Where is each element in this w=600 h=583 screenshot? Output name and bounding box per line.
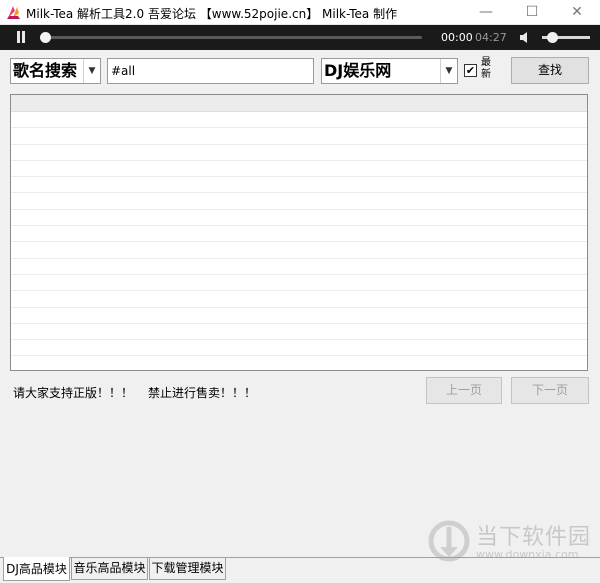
search-mode-select[interactable]: 歌名搜索 ▼ [10, 58, 101, 84]
watermark-name: 当下软件园 [476, 525, 592, 550]
empty-list-row [11, 324, 587, 341]
empty-list-row [11, 291, 587, 308]
empty-list-row [11, 145, 587, 161]
total-time: 04:27 [475, 31, 507, 44]
tab-dj-module[interactable]: DJ高品模块 [3, 557, 70, 581]
empty-list-row [11, 161, 587, 178]
close-button[interactable]: ✕ [554, 0, 600, 25]
empty-list-row [11, 193, 587, 210]
tab-download-module[interactable]: 下载管理模块 [149, 558, 226, 580]
app-logo-icon [7, 6, 20, 19]
media-player-bar: 00:00 04:27 [0, 25, 600, 50]
search-mode-value: 歌名搜索 [13, 61, 78, 80]
source-select[interactable]: DJ娱乐网 ▼ [321, 58, 458, 84]
maximize-button[interactable]: ☐ [509, 0, 555, 25]
empty-list-row [11, 210, 587, 227]
volume-icon[interactable] [519, 31, 533, 44]
progress-handle[interactable] [40, 32, 51, 43]
empty-list-row [11, 226, 587, 243]
latest-label: 最新 [481, 57, 491, 80]
chevron-down-icon[interactable]: ▼ [440, 59, 457, 83]
list-header [11, 95, 587, 112]
tab-music-module[interactable]: 音乐高品模块 [71, 558, 148, 580]
empty-list-row [11, 177, 587, 194]
minimize-button[interactable]: — [463, 0, 509, 25]
list-rows [11, 112, 587, 370]
pause-icon[interactable] [15, 31, 27, 44]
empty-list-row [11, 128, 587, 145]
empty-list-row [11, 242, 587, 259]
latest-checkbox[interactable]: ✔ [464, 64, 477, 77]
support-notice: 请大家支持正版！！！ [13, 386, 134, 400]
empty-list-row [11, 275, 587, 292]
next-page-button[interactable]: 下一页 [511, 377, 589, 404]
empty-list-row [11, 259, 587, 275]
empty-list-row [11, 308, 587, 324]
title-bar: Milk-Tea 解析工具2.0 吾爱论坛 【www.52pojie.cn】 M… [0, 0, 600, 25]
module-tabs: DJ高品模块 音乐高品模块 下载管理模块 [0, 557, 600, 583]
empty-list-row [11, 112, 587, 129]
progress-track[interactable] [42, 36, 422, 39]
chevron-down-icon[interactable]: ▼ [83, 59, 100, 83]
current-time: 00:00 [441, 31, 473, 44]
prev-page-button[interactable]: 上一页 [426, 377, 502, 404]
source-value: DJ娱乐网 [324, 61, 392, 80]
window-title: Milk-Tea 解析工具2.0 吾爱论坛 【www.52pojie.cn】 M… [26, 7, 398, 21]
results-list[interactable] [10, 94, 588, 371]
search-input[interactable]: #all [107, 58, 314, 84]
no-sale-notice: 禁止进行售卖！！！ [148, 386, 257, 400]
empty-list-row [11, 356, 587, 370]
search-button[interactable]: 查找 [511, 57, 589, 84]
volume-handle[interactable] [547, 32, 558, 43]
empty-list-row [11, 340, 587, 357]
